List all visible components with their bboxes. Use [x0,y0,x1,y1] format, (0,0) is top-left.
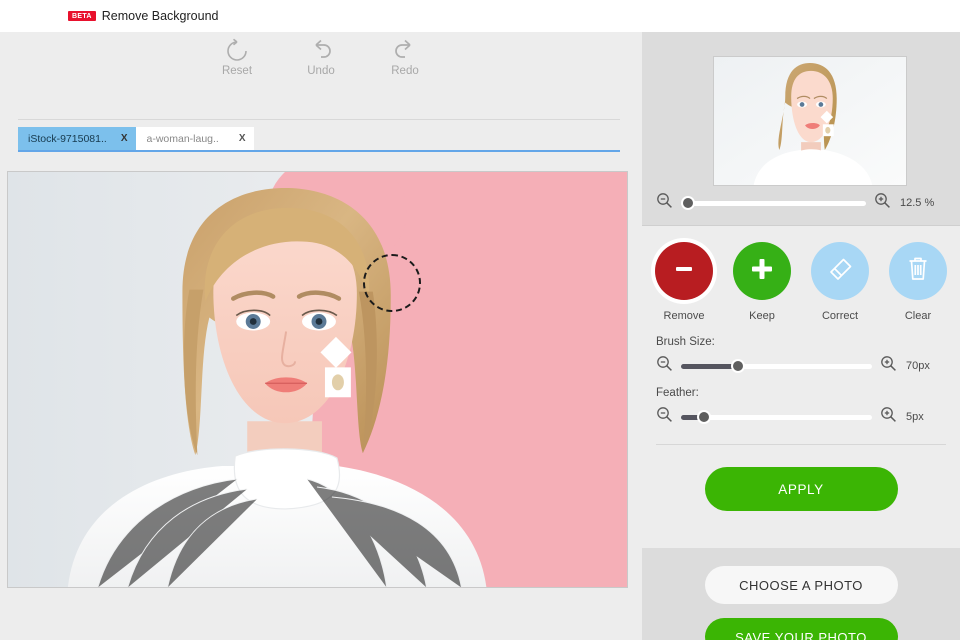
zoom-out-icon[interactable] [656,406,673,428]
eraser-icon [825,254,855,289]
feather-control: Feather: [642,377,960,428]
preview-image [714,57,906,186]
apply-button[interactable]: APPLY [705,467,898,511]
zoom-slider[interactable] [681,196,866,210]
correct-tool-label: Keep [749,310,775,322]
feather-handle[interactable] [697,410,711,424]
zoom-control: 12.5 % [642,192,960,214]
zoom-slider-handle[interactable] [681,196,695,210]
brush-size-handle[interactable] [731,359,745,373]
undo-icon [307,38,335,64]
brush-size-slider[interactable] [681,359,872,373]
correct-tool-button[interactable]: Correct [809,242,871,322]
redo-icon [391,38,419,64]
panel-footer: CHOOSE A PHOTO SAVE YOUR PHOTO [642,548,960,640]
keep-tool-circle [733,242,791,300]
workspace: Reset Undo Redo [0,32,642,640]
reset-label: Reset [222,65,252,77]
tools-panel: 12.5 % Remove [642,32,960,640]
tool-buttons: Remove Keep [642,226,960,322]
redo-button[interactable]: Redo [377,38,433,77]
remove-tool-circle [655,242,713,300]
redo-label: Redo [391,65,419,77]
clear-tool-label: Clear [905,310,931,322]
zoom-value: 12.5 % [900,197,946,209]
brush-size-value: 70px [906,360,946,372]
brush-size-control: Brush Size: [642,322,960,377]
canvas-image [8,172,627,588]
keep-tool-button[interactable]: Keep [731,242,793,322]
brush-size-slider-row: 70px [656,355,946,377]
brush-size-fill [681,364,738,369]
preview-thumbnail[interactable] [713,56,907,186]
panel-divider [656,444,946,445]
feather-slider-row: 5px [656,406,946,428]
reset-icon [224,38,250,64]
close-icon[interactable]: X [239,133,246,144]
plus-circle-icon [748,255,776,288]
file-tab-inactive[interactable]: a-woman-laug.. X [136,127,254,150]
clear-tool-circle [889,242,947,300]
brush-tools-section: Remove Keep [642,226,960,548]
tabs-underline [18,150,620,152]
beta-badge: BETA [68,11,96,21]
clear-tool-button[interactable]: Clear [887,242,949,322]
correct-tool-label: Correct [822,310,858,322]
undo-label: Undo [307,65,335,77]
zoom-out-icon[interactable] [656,355,673,377]
remove-background-app: BETA Remove Background Reset [0,0,960,640]
zoom-out-icon[interactable] [656,192,673,214]
brush-size-label: Brush Size: [656,336,946,348]
file-tab-active[interactable]: iStock-9715081.. X [18,127,136,150]
correct-tool-circle [811,242,869,300]
file-tab-label: a-woman-laug.. [146,133,218,145]
file-tabs: iStock-9715081.. X a-woman-laug.. X [18,127,254,150]
remove-tool-label: Remove [664,310,705,322]
page-title: Remove Background [102,9,219,23]
preview-section: 12.5 % [642,32,960,226]
edit-toolbar: Reset Undo Redo [0,32,642,88]
undo-button[interactable]: Undo [293,38,349,77]
feather-slider[interactable] [681,410,872,424]
choose-photo-button[interactable]: CHOOSE A PHOTO [705,566,898,604]
file-tab-label: iStock-9715081.. [28,133,107,145]
trash-icon [904,254,932,289]
minus-circle-icon [671,256,697,287]
tabs-separator [18,119,620,120]
zoom-slider-track [681,201,866,206]
close-icon[interactable]: X [121,133,128,144]
image-canvas[interactable] [7,171,628,588]
remove-tool-button[interactable]: Remove [653,242,715,322]
zoom-in-icon[interactable] [880,355,897,377]
reset-button[interactable]: Reset [209,38,265,77]
save-photo-button[interactable]: SAVE YOUR PHOTO [705,618,898,640]
zoom-in-icon[interactable] [874,192,891,214]
app-header-inner: BETA Remove Background [68,9,218,23]
feather-label: Feather: [656,387,946,399]
app-header: BETA Remove Background [0,0,960,32]
feather-value: 5px [906,411,946,423]
zoom-in-icon[interactable] [880,406,897,428]
